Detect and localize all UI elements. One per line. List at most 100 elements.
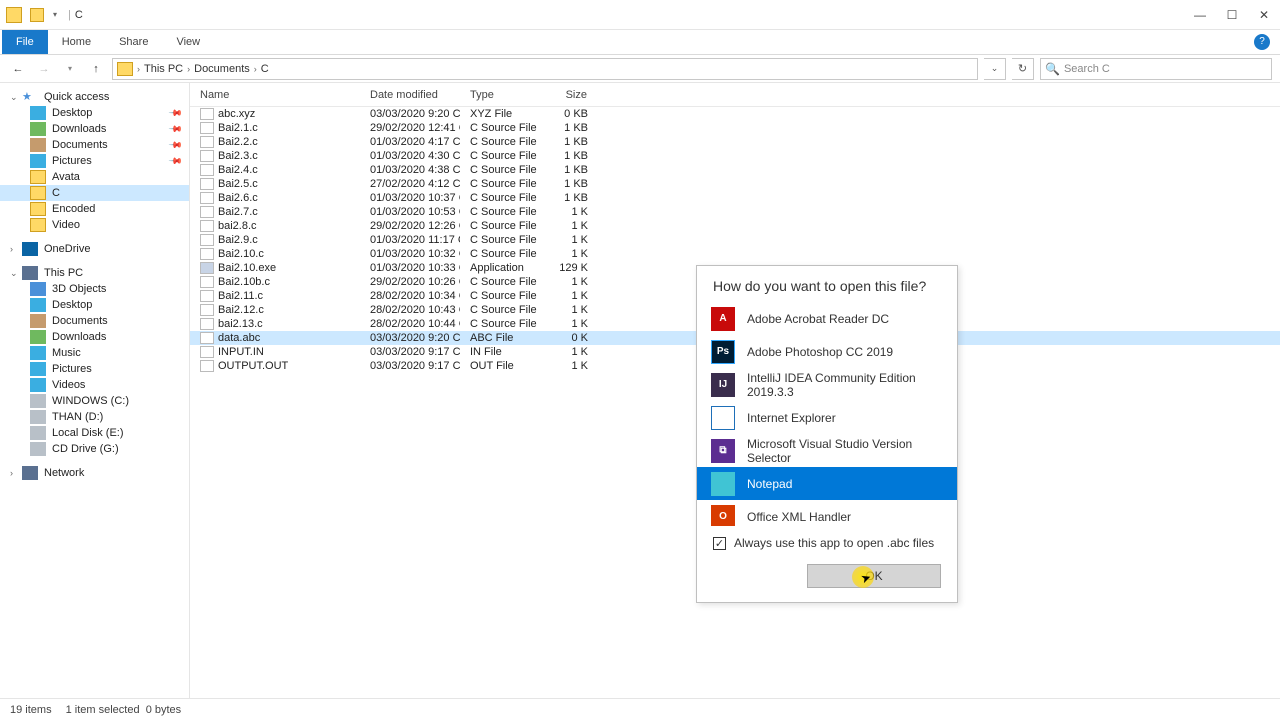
crumb-documents[interactable]: Documents xyxy=(194,63,250,75)
file-row[interactable]: bai2.8.c29/02/2020 12:26 CHC Source File… xyxy=(190,219,1280,233)
file-icon xyxy=(200,332,214,344)
sidebar-item[interactable]: Encoded xyxy=(0,201,189,217)
drive-icon xyxy=(30,282,46,296)
recent-dropdown[interactable]: ▾ xyxy=(60,59,80,79)
sidebar-item[interactable]: Videos xyxy=(0,377,189,393)
file-row[interactable]: Bai2.2.c01/03/2020 4:17 CHC Source File1… xyxy=(190,135,1280,149)
up-button[interactable]: ↑ xyxy=(86,59,106,79)
breadcrumb-dropdown[interactable]: ⌄ xyxy=(984,58,1006,80)
sidebar-item[interactable]: WINDOWS (C:) xyxy=(0,393,189,409)
app-item[interactable]: PsAdobe Photoshop CC 2019 xyxy=(697,335,957,368)
chevron-down-icon[interactable]: ⌄ xyxy=(10,92,20,103)
app-item[interactable]: Notepad xyxy=(697,467,957,500)
always-use-label: Always use this app to open .abc files xyxy=(734,536,934,550)
tab-file[interactable]: File xyxy=(2,30,48,54)
tab-share[interactable]: Share xyxy=(105,30,162,54)
checkbox-icon[interactable]: ✓ xyxy=(713,537,726,550)
file-icon xyxy=(200,346,214,358)
file-type: C Source File xyxy=(460,178,540,190)
file-icon xyxy=(200,178,214,190)
file-row[interactable]: abc.xyz03/03/2020 9:20 CHXYZ File0 KB xyxy=(190,107,1280,121)
sidebar-onedrive[interactable]: › OneDrive xyxy=(0,241,189,257)
close-button[interactable]: ✕ xyxy=(1248,4,1280,26)
sidebar-item-label: Pictures xyxy=(52,363,92,375)
sidebar-item[interactable]: Documents xyxy=(0,313,189,329)
sidebar-item[interactable]: Documents📌 xyxy=(0,137,189,153)
folder-icon xyxy=(30,106,46,120)
sidebar-item[interactable]: C xyxy=(0,185,189,201)
app-item[interactable]: ⧉Microsoft Visual Studio Version Selecto… xyxy=(697,434,957,467)
col-type[interactable]: Type xyxy=(460,83,540,106)
file-type: C Source File xyxy=(460,164,540,176)
col-date[interactable]: Date modified xyxy=(360,83,460,106)
help-icon[interactable]: ? xyxy=(1254,34,1270,50)
sidebar-item[interactable]: Desktop xyxy=(0,297,189,313)
file-row[interactable]: Bai2.5.c27/02/2020 4:12 CHC Source File1… xyxy=(190,177,1280,191)
tab-view[interactable]: View xyxy=(162,30,214,54)
sidebar-item[interactable]: THAN (D:) xyxy=(0,409,189,425)
crumb-c[interactable]: C xyxy=(261,63,269,75)
refresh-button[interactable]: ↻ xyxy=(1012,58,1034,80)
app-item[interactable]: AAdobe Acrobat Reader DC xyxy=(697,302,957,335)
minimize-button[interactable]: — xyxy=(1184,4,1216,26)
always-use-checkbox[interactable]: ✓ Always use this app to open .abc files xyxy=(713,536,941,550)
sidebar-quickaccess[interactable]: ⌄ ★ Quick access xyxy=(0,89,189,105)
sidebar-item[interactable]: Downloads xyxy=(0,329,189,345)
file-icon xyxy=(200,234,214,246)
qat-item[interactable] xyxy=(30,8,44,22)
column-headers: Name Date modified Type Size xyxy=(190,83,1280,107)
chevron-right-icon[interactable]: › xyxy=(254,64,257,74)
app-item[interactable]: IJIntelliJ IDEA Community Edition 2019.3… xyxy=(697,368,957,401)
file-type: C Source File xyxy=(460,318,540,330)
back-button[interactable]: ← xyxy=(8,59,28,79)
chevron-right-icon[interactable]: › xyxy=(10,468,20,478)
tab-home[interactable]: Home xyxy=(48,30,105,54)
sidebar-group-thispc: ⌄ This PC 3D ObjectsDesktopDocumentsDown… xyxy=(0,265,189,457)
file-row[interactable]: Bai2.3.c01/03/2020 4:30 CHC Source File1… xyxy=(190,149,1280,163)
file-row[interactable]: Bai2.9.c01/03/2020 11:17 CHC Source File… xyxy=(190,233,1280,247)
sidebar-item[interactable]: 3D Objects xyxy=(0,281,189,297)
sidebar-item[interactable]: Pictures xyxy=(0,361,189,377)
qat-dropdown-icon[interactable]: ▾ xyxy=(46,6,64,24)
sidebar-item-label: CD Drive (G:) xyxy=(52,443,119,455)
file-date: 01/03/2020 10:53 CH xyxy=(360,206,460,218)
sidebar-item[interactable]: Video xyxy=(0,217,189,233)
file-size: 1 K xyxy=(540,304,596,316)
ok-button[interactable]: OK ➤ xyxy=(807,564,941,588)
file-row[interactable]: Bai2.6.c01/03/2020 10:37 CHC Source File… xyxy=(190,191,1280,205)
sidebar-item-label: WINDOWS (C:) xyxy=(52,395,129,407)
sidebar-item-label: THAN (D:) xyxy=(52,411,103,423)
file-size: 1 K xyxy=(540,234,596,246)
file-name: Bai2.5.c xyxy=(218,178,258,190)
sidebar-item[interactable]: CD Drive (G:) xyxy=(0,441,189,457)
file-row[interactable]: Bai2.7.c01/03/2020 10:53 CHC Source File… xyxy=(190,205,1280,219)
sidebar-item[interactable]: Desktop📌 xyxy=(0,105,189,121)
chevron-right-icon[interactable]: › xyxy=(187,64,190,74)
app-list[interactable]: AAdobe Acrobat Reader DCPsAdobe Photosho… xyxy=(697,302,957,526)
col-name[interactable]: Name xyxy=(190,83,360,106)
file-row[interactable]: Bai2.1.c29/02/2020 12:41 CHC Source File… xyxy=(190,121,1280,135)
sidebar-item[interactable]: Pictures📌 xyxy=(0,153,189,169)
file-row[interactable]: Bai2.4.c01/03/2020 4:38 CHC Source File1… xyxy=(190,163,1280,177)
maximize-button[interactable]: ☐ xyxy=(1216,4,1248,26)
breadcrumb-bar[interactable]: › This PC › Documents › C xyxy=(112,58,978,80)
file-row[interactable]: Bai2.10.c01/03/2020 10:32 CHC Source Fil… xyxy=(190,247,1280,261)
crumb-thispc[interactable]: This PC xyxy=(144,63,183,75)
sidebar-item[interactable]: Avata xyxy=(0,169,189,185)
chevron-right-icon[interactable]: › xyxy=(10,244,20,254)
sidebar-item[interactable]: Local Disk (E:) xyxy=(0,425,189,441)
sidebar-item[interactable]: Music xyxy=(0,345,189,361)
chevron-down-icon[interactable]: ⌄ xyxy=(10,268,20,279)
search-input[interactable]: 🔍 Search C xyxy=(1040,58,1272,80)
sidebar-network[interactable]: › Network xyxy=(0,465,189,481)
sidebar-thispc[interactable]: ⌄ This PC xyxy=(0,265,189,281)
app-item[interactable]: OOffice XML Handler xyxy=(697,500,957,526)
quick-access-toolbar: ▾ xyxy=(6,6,64,24)
col-size[interactable]: Size xyxy=(540,83,596,106)
sidebar-item[interactable]: Downloads📌 xyxy=(0,121,189,137)
chevron-right-icon[interactable]: › xyxy=(137,64,140,74)
titlebar-separator: | xyxy=(68,9,71,21)
sidebar-item-label: Documents xyxy=(52,139,108,151)
app-item[interactable]: eInternet Explorer xyxy=(697,401,957,434)
forward-button[interactable]: → xyxy=(34,59,54,79)
